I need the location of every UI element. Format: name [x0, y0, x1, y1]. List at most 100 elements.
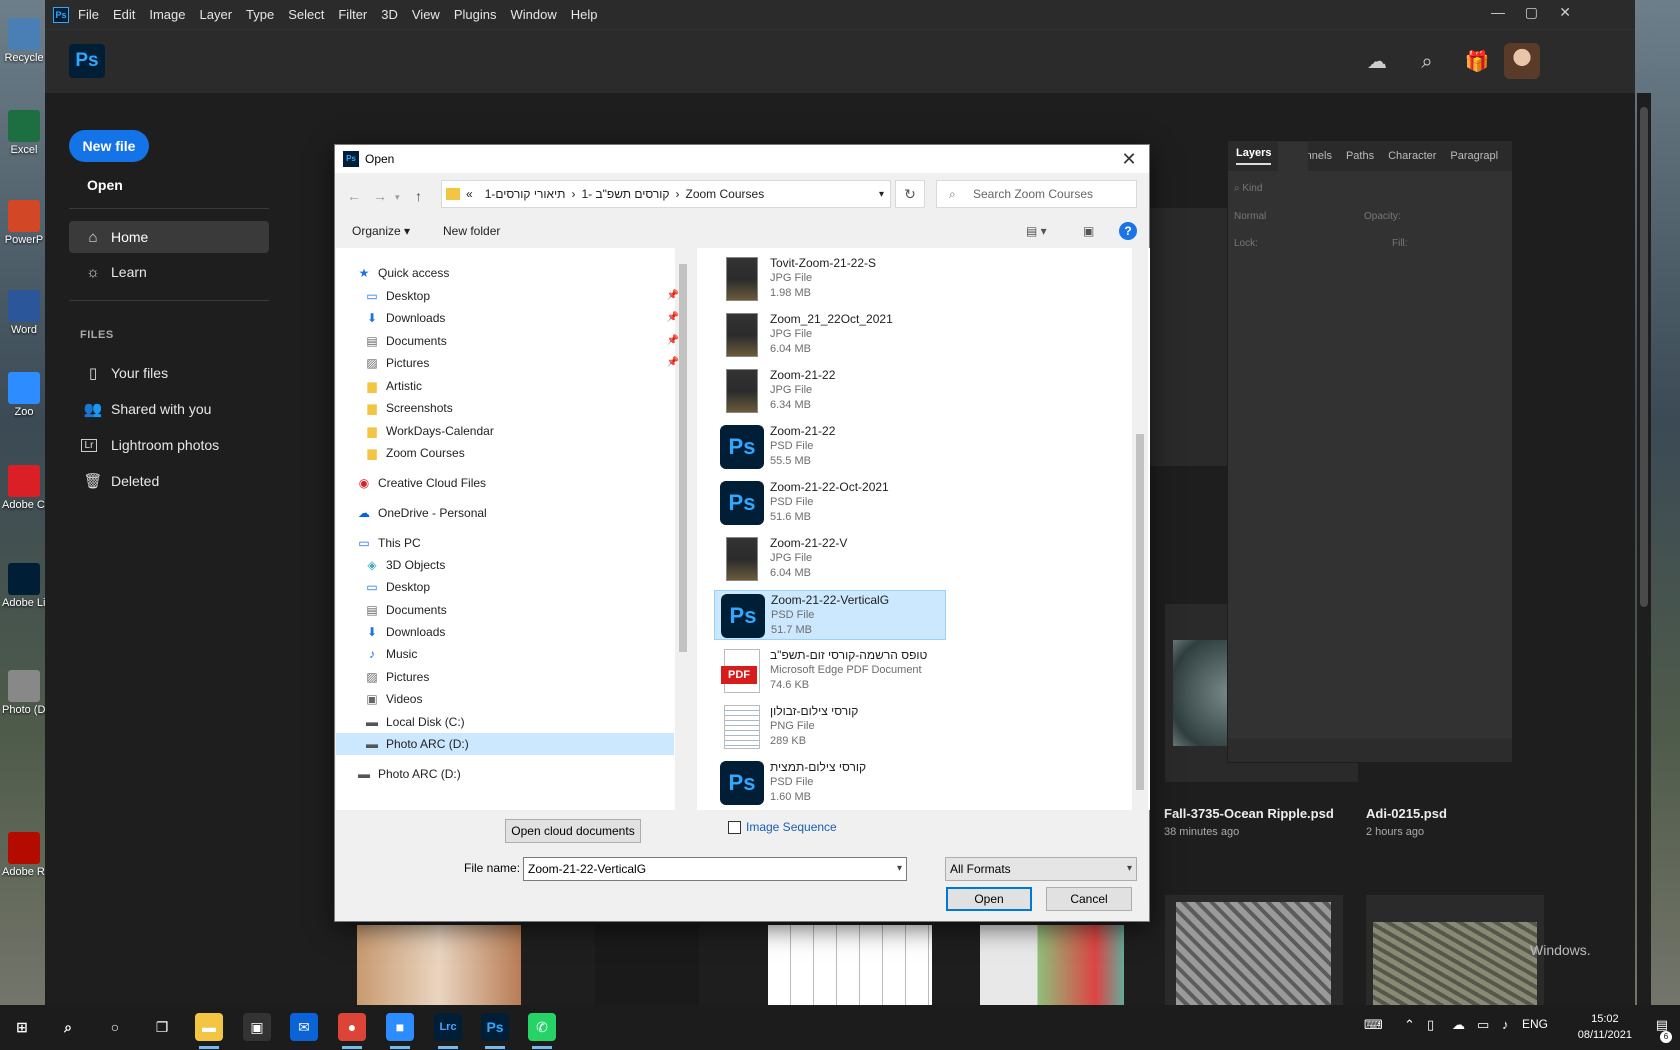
nav-item-local-disk-c-[interactable]: ▬ Local Disk (C:)	[364, 711, 465, 733]
chrome-icon[interactable]: ●	[338, 1013, 366, 1041]
avatar[interactable]	[1504, 43, 1540, 79]
sidebar-item-shared[interactable]: 👥 Shared with you	[69, 393, 269, 425]
file-item[interactable]: Ps Zoom-21-22 PSD File 55.5 MB	[714, 422, 946, 472]
up-arrow-icon[interactable]: ↑	[415, 188, 422, 204]
menu-3d[interactable]: 3D	[381, 7, 398, 22]
chevron-down-icon[interactable]: ▾	[897, 858, 902, 880]
new-file-button[interactable]: New file	[69, 130, 149, 162]
recent-file-name[interactable]: Adi-0215.psd	[1366, 806, 1447, 821]
help-icon[interactable]: ?	[1119, 222, 1137, 240]
blend-mode-select[interactable]: Normal	[1234, 211, 1266, 231]
file-item[interactable]: Zoom_21_22Oct_2021 JPG File 6.04 MB	[714, 310, 946, 360]
menu-window[interactable]: Window	[510, 7, 556, 22]
forward-arrow-icon[interactable]: →	[373, 188, 387, 204]
image-sequence-checkbox[interactable]	[728, 821, 741, 834]
desktop-shortcut[interactable]: Word	[2, 290, 46, 336]
cloud-icon[interactable]: ☁	[1364, 49, 1390, 75]
file-item[interactable]: Ps Zoom-21-22-VerticalG PSD File 51.7 MB	[714, 590, 946, 640]
menu-plugins[interactable]: Plugins	[454, 7, 497, 22]
scrollbar[interactable]	[1132, 248, 1148, 810]
scrollbar-thumb[interactable]	[1640, 107, 1648, 607]
nav-item-videos[interactable]: ▣ Videos	[364, 688, 422, 710]
sidebar-item-deleted[interactable]: 🗑 Deleted	[69, 465, 269, 497]
language-indicator[interactable]: ENG	[1522, 1017, 1548, 1031]
file-item[interactable]: Ps Zoom-21-22-Oct-2021 PSD File 51.6 MB	[714, 478, 946, 528]
recent-locations-icon[interactable]: ▾	[395, 192, 400, 203]
desktop-shortcut[interactable]: Adobe Reade	[2, 832, 46, 878]
chevron-down-icon[interactable]: ▾	[879, 189, 884, 200]
minimize-icon[interactable]: —	[1491, 4, 1505, 20]
file-item[interactable]: קורסי צילום-זבולון PNG File 289 KB	[714, 702, 946, 752]
nav-item-photo-arc-d-[interactable]: ▬ Photo ARC (D:)	[356, 763, 461, 785]
nav-item-screenshots[interactable]: ▆ Screenshots	[364, 397, 452, 419]
onedrive-icon[interactable]: ☁	[1452, 1017, 1465, 1033]
sidebar-item-lightroom[interactable]: Lr Lightroom photos	[69, 429, 269, 461]
open-link[interactable]: Open	[87, 177, 123, 193]
tab-paragrapl[interactable]: Paragrapl	[1450, 150, 1498, 162]
windows-start-icon[interactable]: ⊞	[8, 1013, 36, 1041]
lightroom-classic-icon[interactable]: Lrc	[434, 1013, 462, 1041]
breadcrumb-item[interactable]: קורסים תשפ"ב -1	[581, 187, 669, 201]
keyboard-icon[interactable]: ⌨	[1364, 1017, 1383, 1033]
cancel-button[interactable]: Cancel	[1046, 887, 1132, 911]
new-folder-button[interactable]: New folder	[443, 224, 500, 238]
breadcrumb[interactable]: «	[466, 187, 473, 201]
scrollbar[interactable]	[1637, 93, 1651, 1005]
back-arrow-icon[interactable]: ←	[347, 188, 361, 204]
task-view-icon[interactable]: ❐	[148, 1013, 176, 1041]
nav-item-documents[interactable]: ▤ Documents	[364, 330, 446, 352]
nav-item-desktop[interactable]: ▭ Desktop	[364, 285, 430, 307]
desktop-shortcut[interactable]: Adobe Creat	[2, 465, 46, 511]
menu-layer[interactable]: Layer	[200, 7, 233, 22]
menu-filter[interactable]: Filter	[338, 7, 367, 22]
nav-item-quick-access[interactable]: ★ Quick access	[356, 262, 450, 284]
scrollbar[interactable]	[675, 248, 691, 810]
view-options-icon[interactable]: ▤ ▾	[1026, 224, 1047, 238]
nav-item-downloads[interactable]: ⬇ Downloads	[364, 621, 445, 643]
desktop-shortcut[interactable]: Adobe Lightro	[2, 563, 46, 609]
search-icon[interactable]: ⌕	[1414, 49, 1440, 75]
desktop-shortcut[interactable]: Zoo	[2, 372, 46, 418]
whatsapp-icon[interactable]: ✆	[528, 1013, 556, 1041]
nav-item-creative-cloud-files[interactable]: ◉ Creative Cloud Files	[356, 472, 486, 494]
menu-select[interactable]: Select	[288, 7, 324, 22]
desktop-shortcut[interactable]: PowerP	[2, 200, 46, 246]
usb-icon[interactable]: ▯	[1427, 1017, 1434, 1033]
zoom-icon[interactable]: ■	[386, 1013, 414, 1041]
clock[interactable]: 15:02 08/11/2021	[1578, 1011, 1632, 1043]
nav-item-workdays-calendar[interactable]: ▆ WorkDays-Calendar	[364, 420, 493, 442]
scrollbar-thumb[interactable]	[1136, 434, 1144, 790]
tab-layers[interactable]: Layers	[1236, 147, 1272, 165]
nav-item-pictures[interactable]: ▨ Pictures	[364, 352, 429, 374]
menu-help[interactable]: Help	[571, 7, 598, 22]
breadcrumb-item[interactable]: Zoom Courses	[686, 187, 765, 201]
nav-item-pictures[interactable]: ▨ Pictures	[364, 666, 429, 688]
open-cloud-documents-button[interactable]: Open cloud documents	[505, 819, 641, 843]
nav-item-3d-objects[interactable]: ◈ 3D Objects	[364, 554, 445, 576]
image-sequence-label[interactable]: Image Sequence	[746, 820, 837, 834]
address-bar[interactable]: « תיאורי קורסים-1 › קורסים תשפ"ב -1 › Zo…	[441, 180, 891, 208]
volume-icon[interactable]: ♪	[1502, 1017, 1509, 1032]
file-item[interactable]: Ps קורסי צילום-תמצית PSD File 1.60 MB	[714, 758, 946, 808]
refresh-icon[interactable]: ↻	[895, 180, 925, 208]
mail-icon[interactable]: ✉	[290, 1013, 318, 1041]
nav-item-this-pc[interactable]: ▭ This PC	[356, 532, 420, 554]
network-icon[interactable]: ▭	[1477, 1017, 1489, 1033]
file-item[interactable]: PDF טופס הרשמה-קורסי זום-תשפ"ב Microsoft E…	[714, 646, 946, 696]
menu-image[interactable]: Image	[149, 7, 185, 22]
menu-type[interactable]: Type	[246, 7, 274, 22]
desktop-shortcut[interactable]: Excel	[2, 110, 46, 156]
store-icon[interactable]: ▣	[243, 1013, 271, 1041]
search-icon[interactable]: ⌕	[54, 1013, 82, 1041]
folder-icon[interactable]: ▬	[195, 1013, 223, 1041]
search-input[interactable]: ⌕ Search Zoom Courses	[936, 180, 1137, 208]
nav-item-artistic[interactable]: ▆ Artistic	[364, 375, 422, 397]
nav-item-zoom-courses[interactable]: ▆ Zoom Courses	[364, 442, 464, 464]
filter-kind[interactable]: ⌕ Kind	[1234, 183, 1262, 203]
tab-character[interactable]: Character	[1388, 150, 1436, 162]
file-name-field[interactable]: Zoom-21-22-VerticalG ▾	[523, 857, 907, 881]
file-item[interactable]: Tovit-Zoom-21-22-S JPG File 1.98 MB	[714, 254, 946, 304]
nav-item-onedrive-personal[interactable]: ☁ OneDrive - Personal	[356, 502, 487, 524]
desktop-shortcut[interactable]: Recycle	[2, 18, 46, 64]
breadcrumb-item[interactable]: תיאורי קורסים-1	[485, 187, 566, 201]
